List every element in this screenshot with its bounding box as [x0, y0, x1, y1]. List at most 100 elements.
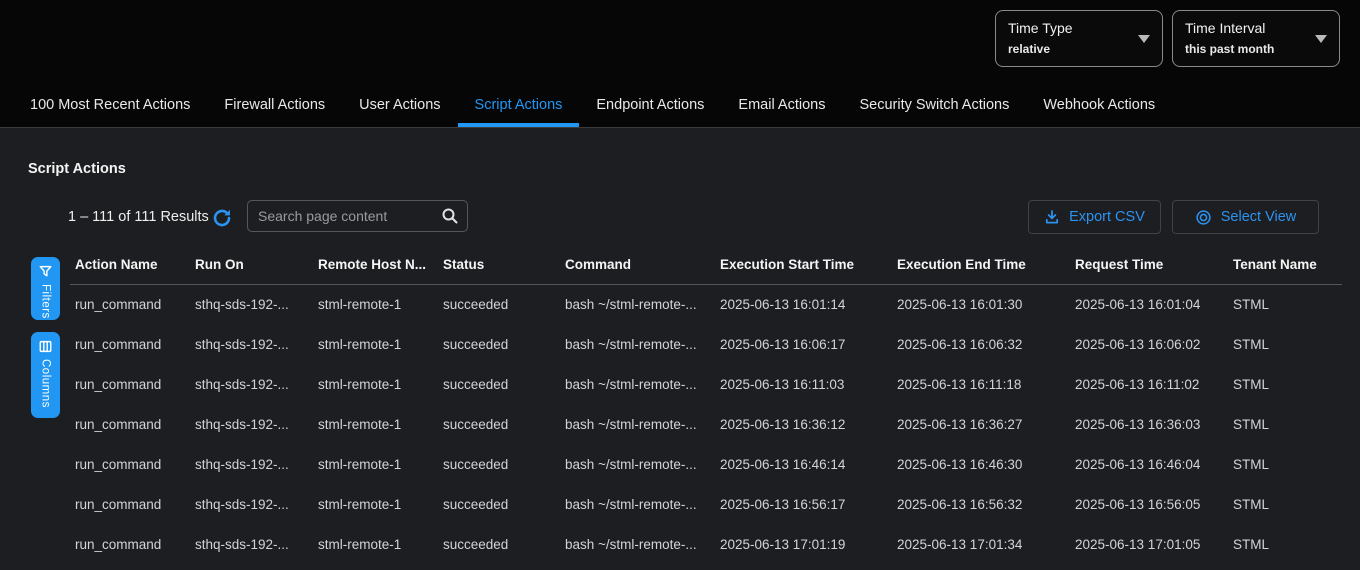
page-title: Script Actions	[28, 161, 126, 177]
table-cell: 2025-06-13 16:56:17	[715, 485, 892, 525]
column-header-action-name[interactable]: Action Name	[70, 257, 190, 285]
table-cell: sthq-sds-192-...	[190, 365, 313, 405]
time-interval-label: Time Interval	[1185, 18, 1309, 38]
tab-webhook-actions[interactable]: Webhook Actions	[1026, 85, 1172, 127]
table-cell: 2025-06-13 17:01:19	[715, 525, 892, 565]
table-cell: STML	[1228, 285, 1342, 325]
download-icon	[1044, 209, 1060, 225]
select-view-label: Select View	[1221, 209, 1297, 225]
column-header-remote-host-name[interactable]: Remote Host N...	[313, 257, 438, 285]
table-cell: stml-remote-1	[313, 445, 438, 485]
table-cell: sthq-sds-192-...	[190, 485, 313, 525]
table-cell: run_command	[70, 325, 190, 365]
filter-icon	[38, 264, 53, 279]
table-cell: 2025-06-13 16:46:30	[892, 445, 1070, 485]
export-csv-label: Export CSV	[1069, 209, 1145, 225]
table-cell: sthq-sds-192-...	[190, 525, 313, 565]
table-cell: 2025-06-13 16:56:05	[1070, 485, 1228, 525]
table-cell: 2025-06-13 17:01:34	[892, 525, 1070, 565]
results-count: 1 – 111 of 111 Results	[68, 209, 209, 225]
table-row[interactable]: run_commandsthq-sds-192-...stml-remote-1…	[70, 325, 1342, 365]
chevron-down-icon	[1315, 35, 1327, 43]
top-bar: Time Type relative Time Interval this pa…	[0, 0, 1360, 128]
table-cell: succeeded	[438, 365, 560, 405]
column-header-tenant-name[interactable]: Tenant Name	[1228, 257, 1342, 285]
table-cell: 2025-06-13 16:01:14	[715, 285, 892, 325]
table-row[interactable]: run_commandsthq-sds-192-...stml-remote-1…	[70, 525, 1342, 565]
table-cell: 2025-06-13 16:01:04	[1070, 285, 1228, 325]
search-box	[247, 200, 468, 232]
table-cell: STML	[1228, 445, 1342, 485]
time-type-dropdown[interactable]: Time Type relative	[995, 10, 1163, 67]
table-cell: run_command	[70, 365, 190, 405]
table-cell: run_command	[70, 285, 190, 325]
select-view-button[interactable]: Select View	[1172, 200, 1319, 234]
tab-firewall-actions[interactable]: Firewall Actions	[207, 85, 342, 127]
table-cell: STML	[1228, 365, 1342, 405]
table-cell: run_command	[70, 525, 190, 565]
table-cell: 2025-06-13 16:36:03	[1070, 405, 1228, 445]
search-input[interactable]	[258, 208, 441, 224]
tab-endpoint-actions[interactable]: Endpoint Actions	[579, 85, 721, 127]
column-header-execution-start-time[interactable]: Execution Start Time	[715, 257, 892, 285]
table-cell: run_command	[70, 405, 190, 445]
table-cell: 2025-06-13 16:46:04	[1070, 445, 1228, 485]
column-header-run-on[interactable]: Run On	[190, 257, 313, 285]
table-cell: 2025-06-13 16:01:30	[892, 285, 1070, 325]
table-cell: 2025-06-13 16:11:18	[892, 365, 1070, 405]
table-cell: 2025-06-13 16:06:32	[892, 325, 1070, 365]
tab-user-actions[interactable]: User Actions	[342, 85, 457, 127]
refresh-icon[interactable]	[212, 208, 232, 228]
table-cell: bash ~/stml-remote-...	[560, 405, 715, 445]
table-cell: 2025-06-13 16:56:32	[892, 485, 1070, 525]
table-cell: run_command	[70, 485, 190, 525]
table-body: run_commandsthq-sds-192-...stml-remote-1…	[70, 285, 1342, 565]
table-cell: stml-remote-1	[313, 285, 438, 325]
table-cell: STML	[1228, 325, 1342, 365]
actions-table: Action Name Run On Remote Host N... Stat…	[70, 257, 1342, 565]
table-cell: succeeded	[438, 445, 560, 485]
table-header-row: Action Name Run On Remote Host N... Stat…	[70, 257, 1342, 285]
table-cell: stml-remote-1	[313, 325, 438, 365]
table-cell: 2025-06-13 16:06:02	[1070, 325, 1228, 365]
export-csv-button[interactable]: Export CSV	[1028, 200, 1161, 234]
time-type-label: Time Type	[1008, 18, 1132, 38]
table-cell: sthq-sds-192-...	[190, 405, 313, 445]
table-cell: succeeded	[438, 285, 560, 325]
filters-button[interactable]: Filters	[31, 257, 60, 320]
time-type-value: relative	[1008, 40, 1132, 58]
tab-100-most-recent-actions[interactable]: 100 Most Recent Actions	[13, 85, 207, 127]
eye-icon	[1195, 209, 1212, 226]
table-cell: sthq-sds-192-...	[190, 445, 313, 485]
table-cell: 2025-06-13 16:11:02	[1070, 365, 1228, 405]
table-cell: STML	[1228, 405, 1342, 445]
table-cell: STML	[1228, 525, 1342, 565]
table-cell: 2025-06-13 16:06:17	[715, 325, 892, 365]
table-row[interactable]: run_commandsthq-sds-192-...stml-remote-1…	[70, 445, 1342, 485]
search-icon	[441, 207, 459, 225]
tab-script-actions[interactable]: Script Actions	[458, 85, 580, 127]
table-row[interactable]: run_commandsthq-sds-192-...stml-remote-1…	[70, 285, 1342, 325]
table-cell: succeeded	[438, 525, 560, 565]
column-header-command[interactable]: Command	[560, 257, 715, 285]
table-cell: bash ~/stml-remote-...	[560, 365, 715, 405]
time-interval-dropdown[interactable]: Time Interval this past month	[1172, 10, 1340, 67]
table-cell: stml-remote-1	[313, 525, 438, 565]
column-header-status[interactable]: Status	[438, 257, 560, 285]
tab-email-actions[interactable]: Email Actions	[721, 85, 842, 127]
table-cell: succeeded	[438, 485, 560, 525]
table-row[interactable]: run_commandsthq-sds-192-...stml-remote-1…	[70, 365, 1342, 405]
tab-security-switch-actions[interactable]: Security Switch Actions	[842, 85, 1026, 127]
table-cell: bash ~/stml-remote-...	[560, 445, 715, 485]
table-cell: stml-remote-1	[313, 485, 438, 525]
table-cell: 2025-06-13 16:36:12	[715, 405, 892, 445]
table-cell: stml-remote-1	[313, 405, 438, 445]
table-cell: STML	[1228, 485, 1342, 525]
table-row[interactable]: run_commandsthq-sds-192-...stml-remote-1…	[70, 405, 1342, 445]
column-header-execution-end-time[interactable]: Execution End Time	[892, 257, 1070, 285]
table-cell: bash ~/stml-remote-...	[560, 325, 715, 365]
column-header-request-time[interactable]: Request Time	[1070, 257, 1228, 285]
columns-button[interactable]: Columns	[31, 332, 60, 418]
table-row[interactable]: run_commandsthq-sds-192-...stml-remote-1…	[70, 485, 1342, 525]
table-cell: stml-remote-1	[313, 365, 438, 405]
